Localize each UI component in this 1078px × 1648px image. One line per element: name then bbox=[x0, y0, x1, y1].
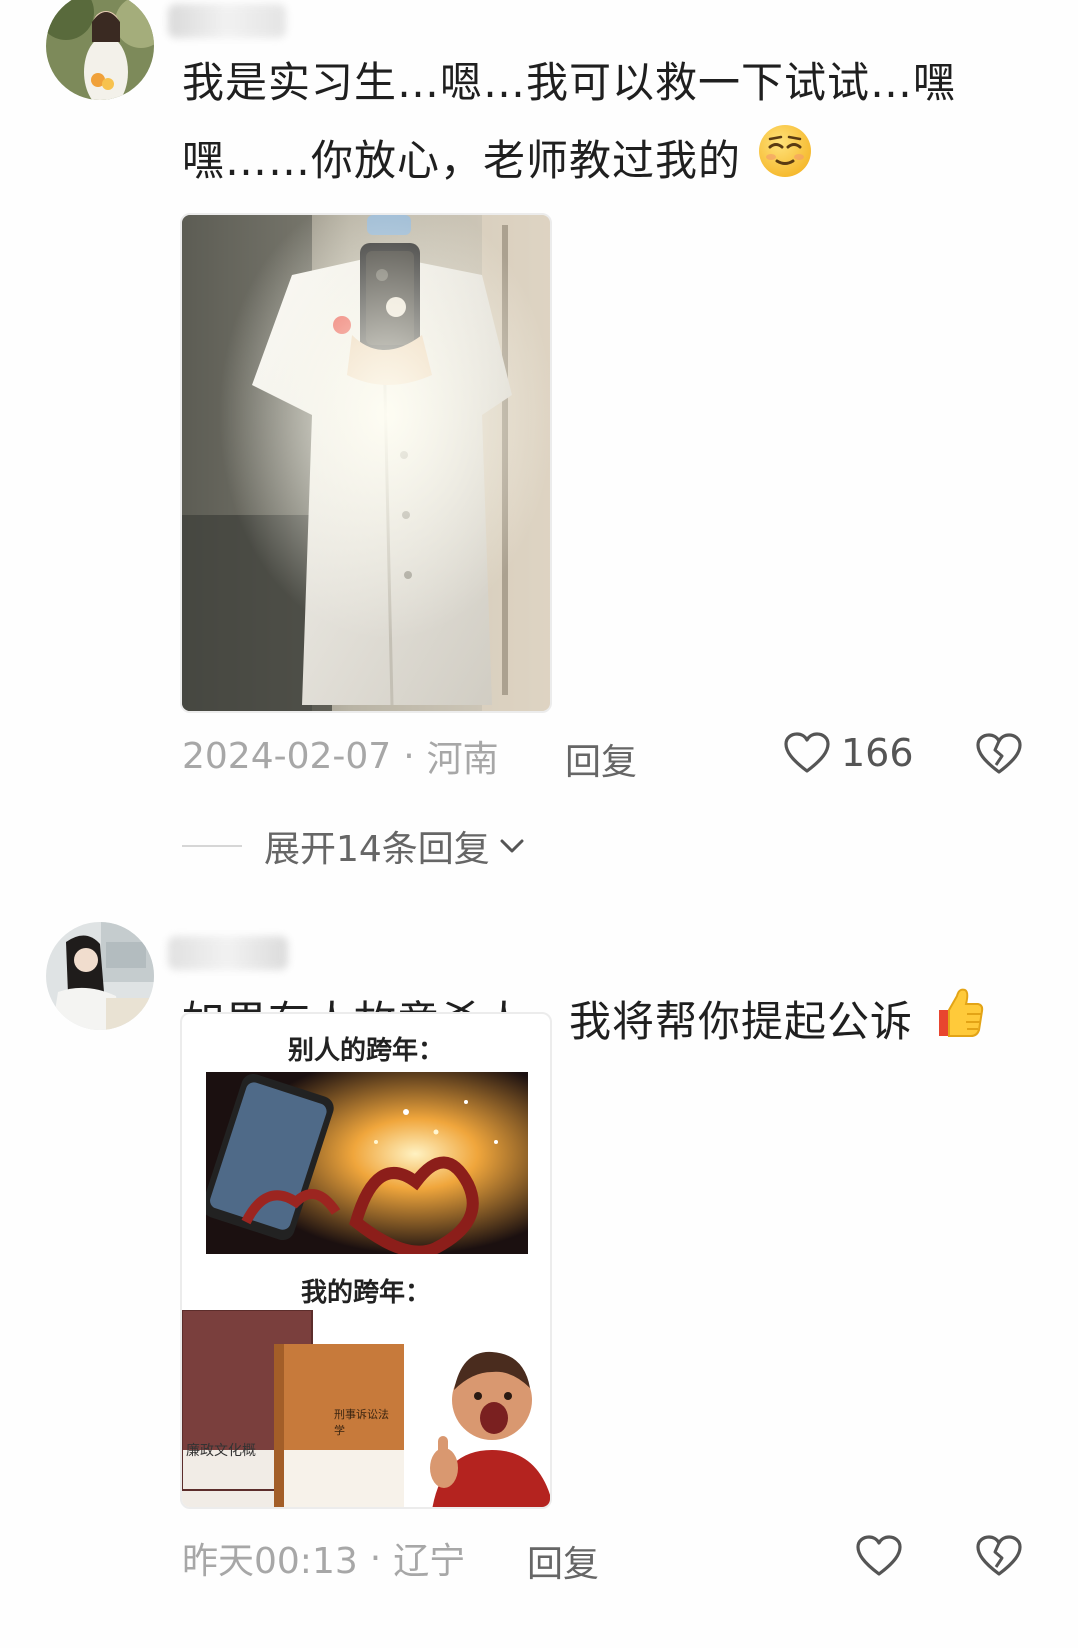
thumbs-up-emoji-icon bbox=[929, 984, 985, 1065]
expand-divider-line bbox=[182, 845, 242, 847]
avatar[interactable] bbox=[46, 922, 154, 1030]
comment-meta: 昨天00:13 · 辽宁 bbox=[182, 1533, 465, 1583]
comment-meta: 2024-02-07 · 河南 bbox=[182, 731, 499, 781]
like-count: 166 bbox=[841, 731, 914, 775]
comment-photo-meme[interactable]: 别人的跨年： 我的跨年： 廉政文化概 刑事诉讼法学 bbox=[180, 1012, 552, 1509]
comment-photo-white-coat[interactable] bbox=[180, 213, 552, 713]
meta-separator: · bbox=[403, 735, 415, 777]
dislike-button[interactable] bbox=[975, 732, 1023, 780]
comment-location: 河南 bbox=[426, 739, 499, 780]
comment-date: 昨天00:13 bbox=[182, 1541, 358, 1582]
username-redacted[interactable] bbox=[168, 4, 286, 38]
comment-date: 2024-02-07 bbox=[182, 735, 392, 777]
meme-book-1-title: 廉政文化概 bbox=[186, 1443, 256, 1459]
username-redacted[interactable] bbox=[168, 936, 288, 970]
broken-heart-icon bbox=[975, 1534, 1023, 1578]
comment-text: 我是实习生…嗯…我可以救一下试试…嘿 嘿……你放心，老师教过我的 bbox=[182, 44, 1002, 204]
meme-label-bottom: 我的跨年： bbox=[300, 1278, 431, 1308]
like-button[interactable]: 166 bbox=[783, 731, 914, 775]
expand-replies-label: 展开14条回复 bbox=[264, 829, 490, 870]
meme-label-top: 别人的跨年： bbox=[287, 1036, 444, 1066]
reply-button[interactable]: 回复 bbox=[527, 1535, 599, 1587]
meme-book-2-title: 刑事诉讼法学 bbox=[334, 1408, 389, 1437]
broken-heart-icon bbox=[975, 732, 1023, 776]
meme-image-fireworks bbox=[206, 1072, 528, 1254]
like-button[interactable] bbox=[855, 1534, 903, 1578]
reply-button[interactable]: 回复 bbox=[565, 733, 637, 785]
heart-outline-icon bbox=[855, 1534, 903, 1578]
avatar[interactable] bbox=[46, 0, 154, 100]
chevron-down-icon bbox=[498, 836, 526, 856]
heart-outline-icon bbox=[783, 731, 831, 775]
expand-replies-button[interactable]: 展开14条回复 bbox=[182, 820, 526, 872]
comment-text-line-2: 嘿……你放心，老师教过我的 bbox=[182, 122, 1002, 204]
relieved-face-emoji-icon bbox=[757, 123, 813, 204]
dislike-button[interactable] bbox=[975, 1534, 1023, 1582]
comment-text-line-1: 我是实习生…嗯…我可以救一下试试…嘿 bbox=[182, 58, 957, 107]
meta-separator: · bbox=[369, 1537, 382, 1579]
comment-text-line-2-text: 嘿……你放心，老师教过我的 bbox=[182, 136, 742, 185]
comment-location: 辽宁 bbox=[393, 1541, 466, 1582]
